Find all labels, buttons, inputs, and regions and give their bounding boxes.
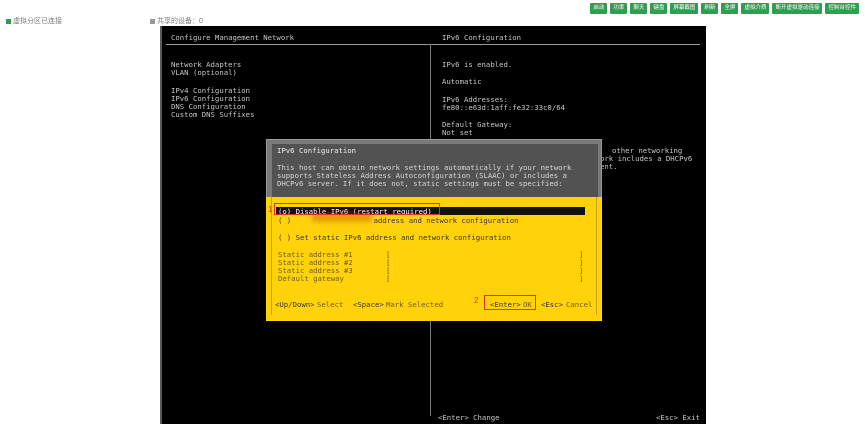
space-action: Mark Selected <box>386 300 444 309</box>
annotation-box-enter-ok <box>484 295 536 310</box>
header-divider <box>166 44 700 45</box>
esc-exit-hint: <Esc> Exit <box>656 413 700 422</box>
option-static-ipv6[interactable]: ( ) Set static IPv6 address and network … <box>278 233 511 242</box>
ipv6-configuration-dialog: IPv6 Configuration This host can obtain … <box>266 139 602 321</box>
device-indicator-icon <box>150 18 155 24</box>
remote-console-toolbar: 虚拟分区已连接 共享的设备：0 启动 功率 聊天 键盘 屏幕截图 刷新 全屏 虚… <box>0 0 865 26</box>
console-header-left: Configure Management Network <box>171 33 295 42</box>
annotation-box-disable-ipv6 <box>274 203 440 215</box>
option-auto-prefix[interactable]: ( ) <box>278 216 296 225</box>
console-header-right: IPv6 Configuration <box>442 33 522 42</box>
default-gateway-open[interactable]: [ <box>386 274 390 283</box>
connection-status-text: 虚拟分区已连接 <box>13 18 62 25</box>
virtual-media-button[interactable]: 虚拟介质 <box>741 3 770 14</box>
default-gateway-value: Not set <box>442 128 473 137</box>
chat-button[interactable]: 聊天 <box>630 3 648 14</box>
dialog-title: IPv6 Configuration <box>277 146 357 155</box>
disconnect-virtual-drive-button[interactable]: 断开虚拟驱动连接 <box>772 3 823 14</box>
console-edge <box>160 26 162 424</box>
refresh-button[interactable]: 刷新 <box>701 3 719 14</box>
fullscreen-button[interactable]: 全屏 <box>721 3 739 14</box>
screenshot-button[interactable]: 屏幕截图 <box>670 3 699 14</box>
shared-devices-text: 共享的设备：0 <box>157 18 203 25</box>
updown-key: <Up/Down> <box>275 300 315 309</box>
option-auto-text: address and network configuration <box>356 216 519 225</box>
right-tail-3: ent. <box>600 162 618 171</box>
esc-action[interactable]: Cancel <box>566 300 592 309</box>
ipv6-address-value: fe80::e63d:1aff:fe32:33c0/64 <box>442 103 566 112</box>
annotation-marker-1: 1 <box>268 205 273 214</box>
default-gateway-field-label: Default gateway <box>278 274 344 283</box>
menu-vlan[interactable]: VLAN (optional) <box>171 68 237 77</box>
ipv6-enabled-text: IPv6 is enabled. <box>442 60 513 69</box>
connected-indicator-icon <box>6 18 11 24</box>
annotation-marker-2: 2 <box>474 296 479 305</box>
shared-devices-status: 共享的设备：0 <box>150 16 203 26</box>
keyboard-button[interactable]: 键盘 <box>650 3 668 14</box>
power-button[interactable]: 功率 <box>610 3 628 14</box>
default-gateway-close: ] <box>579 274 584 283</box>
ipv6-mode-text: Automatic <box>442 77 482 86</box>
esc-key[interactable]: <Esc> <box>541 300 563 309</box>
updown-action: Select <box>317 300 344 309</box>
enter-change-hint: <Enter> Change <box>438 413 500 422</box>
boot-button[interactable]: 启动 <box>590 3 608 14</box>
dialog-description-3: DHCPv6 server. If it does not, static se… <box>277 179 563 188</box>
space-key: <Space> <box>353 300 384 309</box>
menu-custom-dns-suffixes[interactable]: Custom DNS Suffixes <box>171 110 254 119</box>
toolbar-buttons: 启动 功率 聊天 键盘 屏幕截图 刷新 全屏 虚拟介质 断开虚拟驱动连接 控制台… <box>590 3 859 14</box>
console-controls-button[interactable]: 控制台控件 <box>825 3 859 14</box>
connection-status: 虚拟分区已连接 <box>6 16 62 26</box>
